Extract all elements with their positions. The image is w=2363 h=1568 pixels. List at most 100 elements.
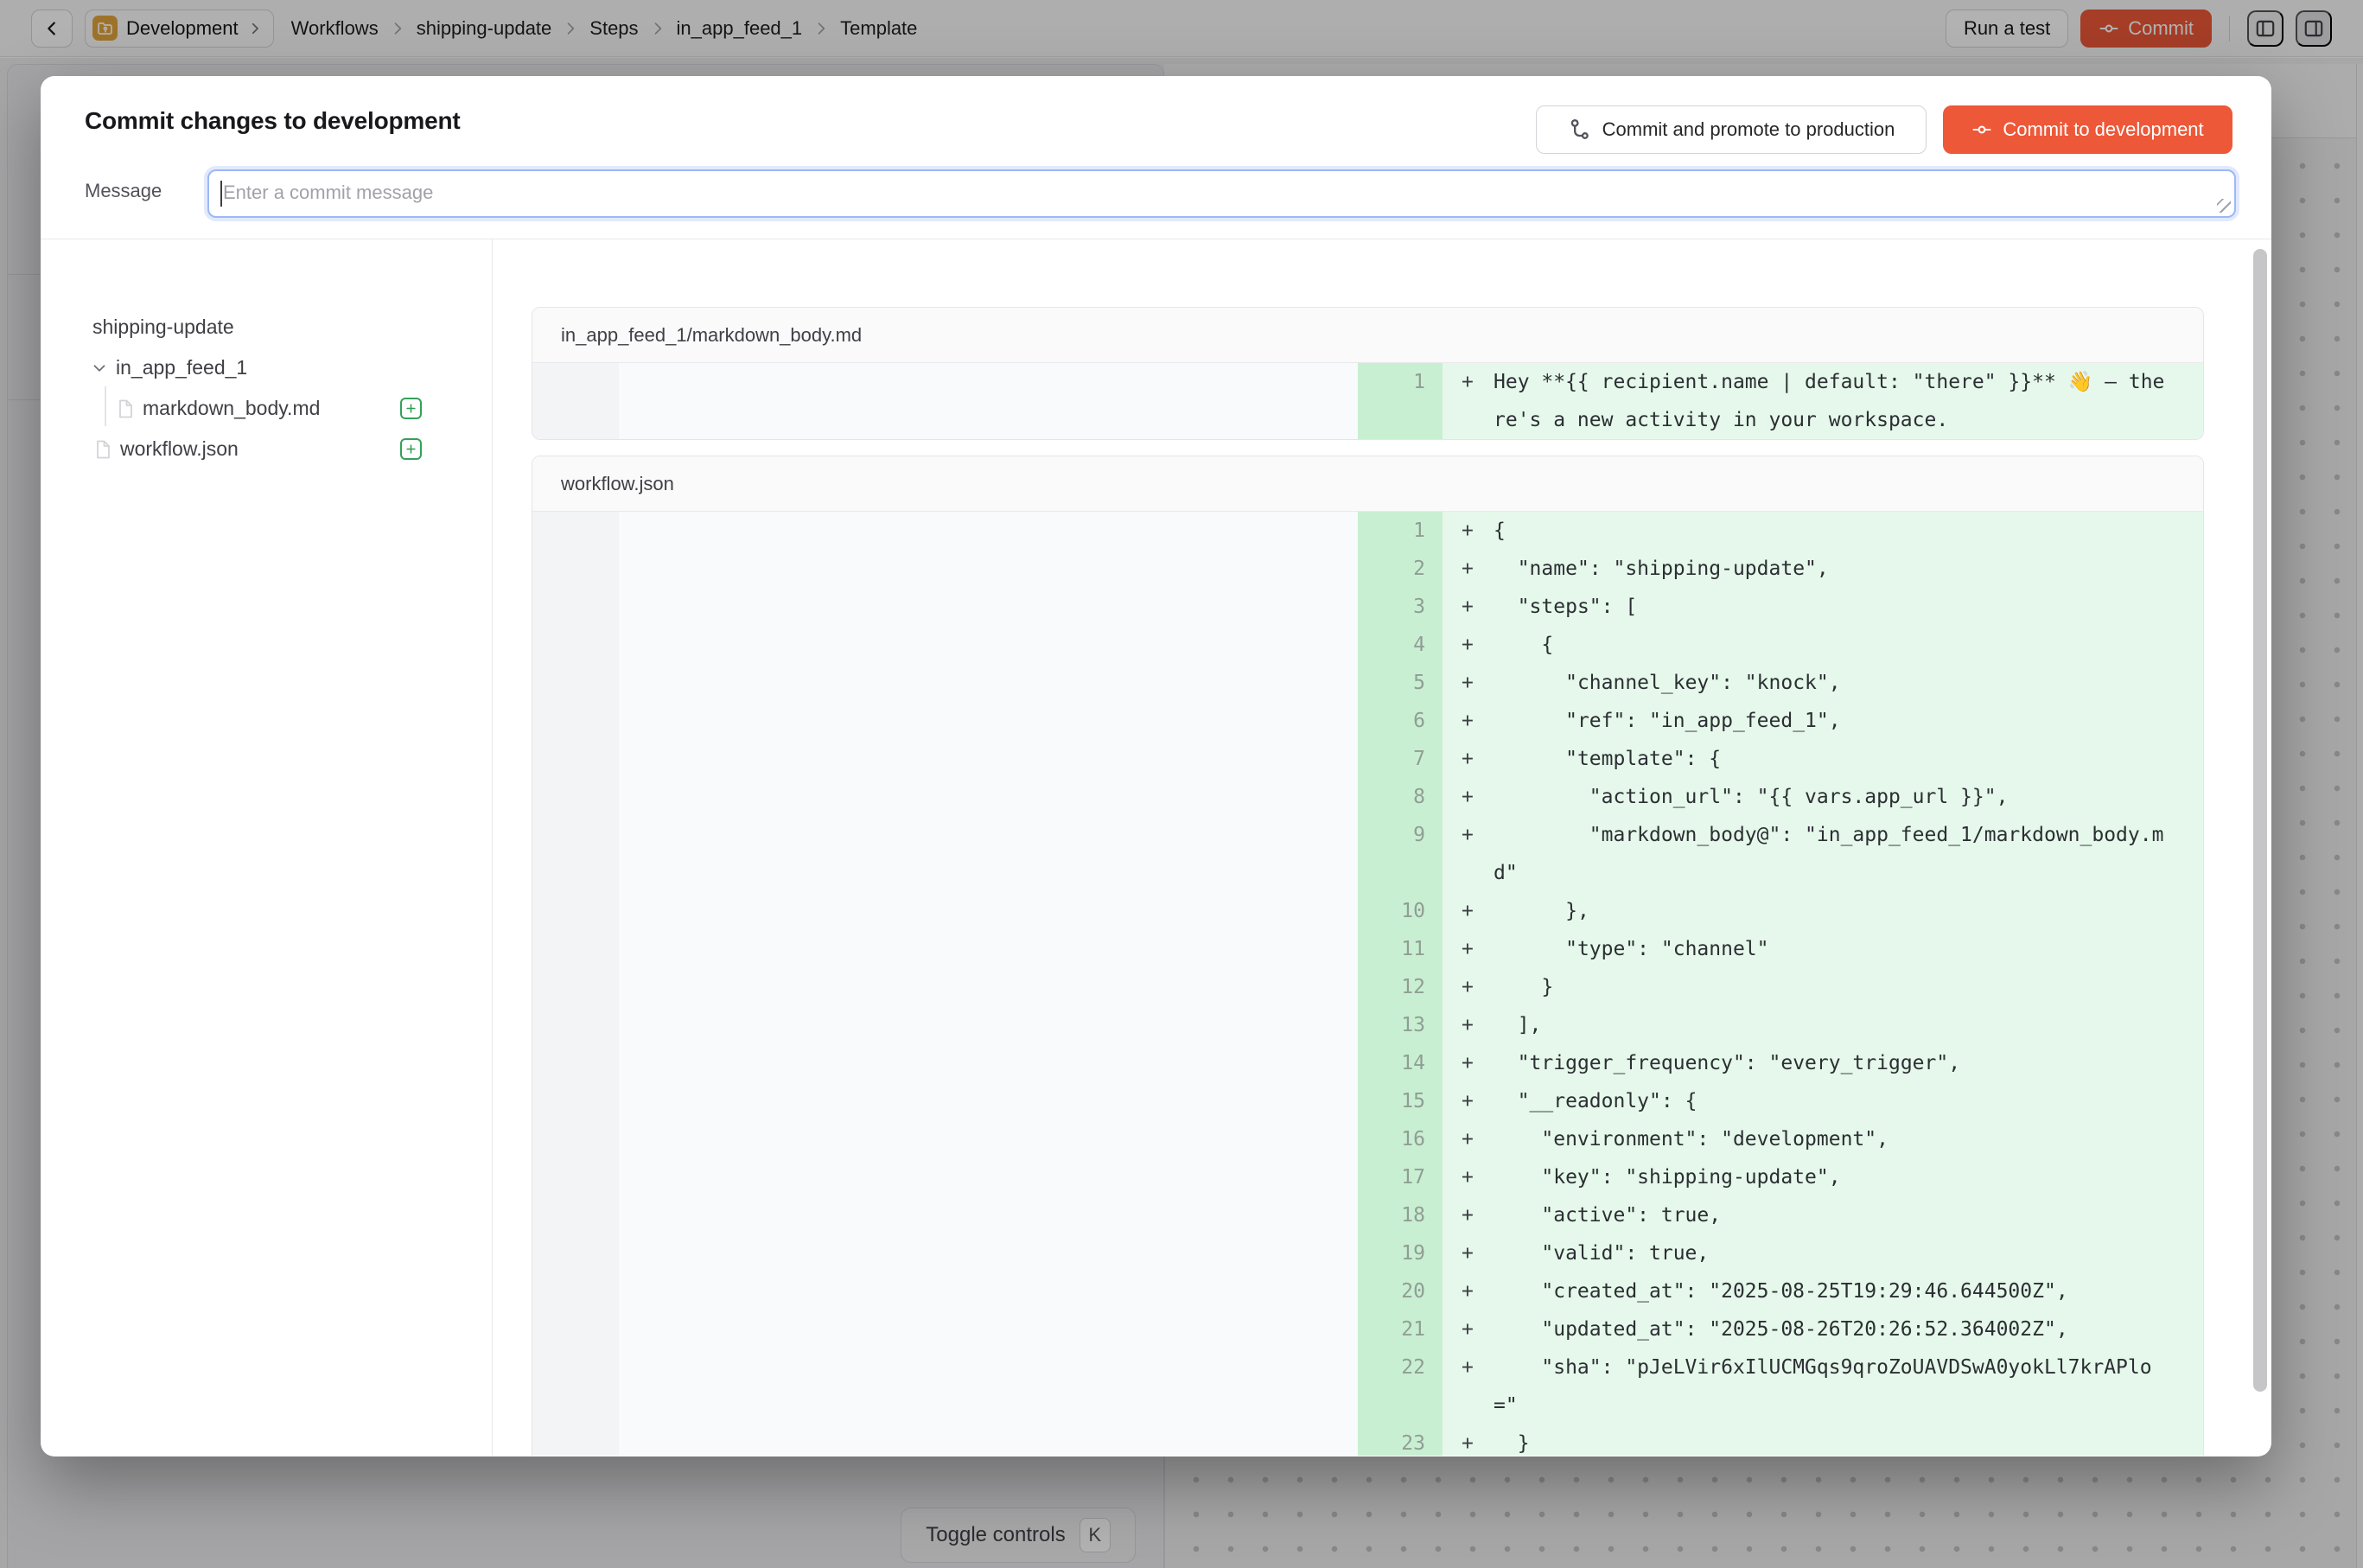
tree-root-label: shipping-update [92,316,234,339]
text-caret [220,181,222,207]
diff-row: 17+ "key": "shipping-update", [532,1158,2203,1196]
diff-line-text: "channel_key": "knock", [1494,664,2168,702]
old-line-content [619,1158,1358,1196]
git-commit-icon [1971,119,1992,140]
new-line-content: + "valid": true, [1443,1234,2204,1272]
commit-and-promote-button[interactable]: Commit and promote to production [1536,105,1927,154]
diff-line-text: }, [1494,892,2168,930]
commit-to-development-label: Commit to development [2003,118,2203,141]
old-line-gutter [532,702,619,740]
diff-line-text: } [1494,968,2168,1006]
diff-plus-sign: + [1462,512,1494,550]
new-line-number: 1 [1358,363,1443,439]
diff-filename: workflow.json [532,456,2203,512]
old-line-gutter [532,778,619,816]
diff-card: workflow.json 1+{2+ "name": "shipping-up… [532,456,2204,1456]
new-line-number: 22 [1358,1348,1443,1425]
old-line-gutter [532,1044,619,1082]
new-line-content: + } [1443,968,2204,1006]
diff-plus-sign: + [1462,968,1494,1006]
diff-plus-sign: + [1462,1006,1494,1044]
modal-title: Commit changes to development [85,107,461,135]
diff-line-text: "action_url": "{{ vars.app_url }}", [1494,778,2168,816]
modal-scrollbar-thumb[interactable] [2253,249,2267,1392]
diff-list: in_app_feed_1/markdown_body.md 1+Hey **{… [493,239,2271,1456]
new-line-number: 8 [1358,778,1443,816]
diff-row: 10+ }, [532,892,2203,930]
tree-guide-line [105,386,106,426]
old-line-gutter [532,588,619,626]
textarea-resize-handle[interactable] [2217,199,2231,213]
tree-item-folder[interactable]: in_app_feed_1 [41,347,492,388]
old-line-content [619,1310,1358,1348]
old-line-gutter [532,740,619,778]
tree-item-markdown-body[interactable]: markdown_body.md [41,388,492,429]
diff-plus-sign: + [1462,550,1494,588]
diff-row: 5+ "channel_key": "knock", [532,664,2203,702]
new-line-number: 1 [1358,512,1443,550]
new-line-number: 7 [1358,740,1443,778]
diff-line-text: "key": "shipping-update", [1494,1158,2168,1196]
diff-row: 4+ { [532,626,2203,664]
old-line-gutter [532,664,619,702]
new-line-content: + "environment": "development", [1443,1120,2204,1158]
old-line-content [619,363,1358,439]
new-line-content: + { [1443,626,2204,664]
old-line-gutter [532,1272,619,1310]
diff-row: 21+ "updated_at": "2025-08-26T20:26:52.3… [532,1310,2203,1348]
old-line-gutter [532,1425,619,1456]
diff-plus-sign: + [1462,1044,1494,1082]
new-line-number: 20 [1358,1272,1443,1310]
commit-modal-body: shipping-update in_app_feed_1 markdown_b… [41,239,2271,1456]
old-line-gutter [532,1310,619,1348]
tree-item-workflow-json[interactable]: workflow.json [41,429,492,469]
diff-filename: in_app_feed_1/markdown_body.md [532,308,2203,363]
diff-line-text: "markdown_body@": "in_app_feed_1/markdow… [1494,816,2168,892]
commit-modal-header: Commit changes to development Commit and… [41,76,2271,239]
diff-row: 1+{ [532,512,2203,550]
commit-to-development-button[interactable]: Commit to development [1943,105,2232,154]
diff-body: 1+Hey **{{ recipient.name | default: "th… [532,363,2203,439]
old-line-content [619,588,1358,626]
diff-row: 1+Hey **{{ recipient.name | default: "th… [532,363,2203,439]
diff-row: 13+ ], [532,1006,2203,1044]
app-root: Development Workflowsshipping-updateStep… [0,0,2363,1568]
new-line-content: + } [1443,1425,2204,1456]
diff-row: 20+ "created_at": "2025-08-25T19:29:46.6… [532,1272,2203,1310]
new-line-number: 11 [1358,930,1443,968]
new-line-content: + "action_url": "{{ vars.app_url }}", [1443,778,2204,816]
diff-plus-sign: + [1462,1120,1494,1158]
diff-row: 16+ "environment": "development", [532,1120,2203,1158]
commit-message-input[interactable] [207,169,2236,218]
new-line-content: + "steps": [ [1443,588,2204,626]
file-icon [115,398,136,419]
diff-body: 1+{2+ "name": "shipping-update",3+ "step… [532,512,2203,1456]
diff-added-icon [400,438,422,460]
old-line-gutter [532,550,619,588]
commit-message-field-wrap [207,169,2236,218]
diff-line-text: "created_at": "2025-08-25T19:29:46.64450… [1494,1272,2168,1310]
old-line-gutter [532,1082,619,1120]
diff-plus-sign: + [1462,778,1494,816]
old-line-content [619,968,1358,1006]
tree-item-workflow-root[interactable]: shipping-update [41,307,492,347]
diff-line-text: "valid": true, [1494,1234,2168,1272]
diff-plus-sign: + [1462,626,1494,664]
diff-line-text: "sha": "pJeLVir6xIlUCMGqs9qroZoUAVDSwA0y… [1494,1348,2168,1425]
diff-row: 12+ } [532,968,2203,1006]
diff-row: 15+ "__readonly": { [532,1082,2203,1120]
diff-row: 14+ "trigger_frequency": "every_trigger"… [532,1044,2203,1082]
new-line-number: 4 [1358,626,1443,664]
commit-modal: Commit changes to development Commit and… [41,76,2271,1456]
diff-line-text: "ref": "in_app_feed_1", [1494,702,2168,740]
diff-card: in_app_feed_1/markdown_body.md 1+Hey **{… [532,307,2204,440]
new-line-content: + "template": { [1443,740,2204,778]
diff-line-text: "updated_at": "2025-08-26T20:26:52.36400… [1494,1310,2168,1348]
new-line-content: + "active": true, [1443,1196,2204,1234]
diff-row: 8+ "action_url": "{{ vars.app_url }}", [532,778,2203,816]
diff-line-text: "name": "shipping-update", [1494,550,2168,588]
old-line-content [619,1348,1358,1425]
new-line-number: 9 [1358,816,1443,892]
commit-and-promote-label: Commit and promote to production [1602,118,1895,141]
old-line-gutter [532,930,619,968]
